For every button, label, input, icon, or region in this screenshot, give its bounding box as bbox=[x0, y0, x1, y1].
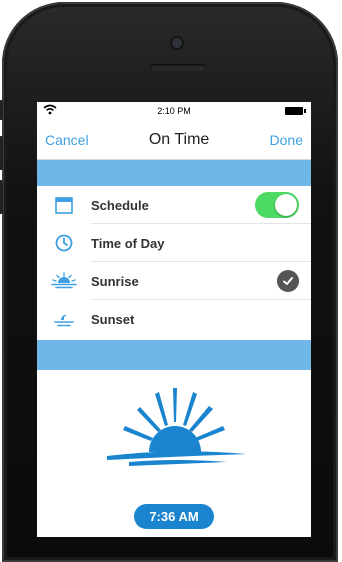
schedule-toggle[interactable] bbox=[255, 192, 299, 218]
sunrise-illustration bbox=[37, 370, 311, 500]
front-camera bbox=[172, 38, 182, 48]
done-button[interactable]: Done bbox=[270, 132, 303, 148]
toggle-knob bbox=[275, 194, 297, 216]
calendar-icon bbox=[37, 195, 91, 215]
page-title: On Time bbox=[148, 130, 210, 148]
option-list: Schedule Time of Day Sunrise Sunset bbox=[37, 186, 311, 338]
app-screen: 2:10 PM Cancel On Time Done Schedule Tim… bbox=[37, 102, 311, 537]
sunset-label: Sunset bbox=[91, 311, 135, 327]
sunrise-icon bbox=[37, 272, 91, 290]
volume-down-button bbox=[0, 180, 3, 214]
checkmark-icon bbox=[277, 270, 299, 292]
section-header-band bbox=[37, 160, 311, 186]
navigation-bar: Cancel On Time Done bbox=[37, 120, 311, 160]
earpiece-speaker bbox=[150, 64, 206, 71]
status-time: 2:10 PM bbox=[157, 106, 191, 116]
volume-up-button bbox=[0, 136, 3, 170]
mute-switch bbox=[0, 100, 3, 120]
list-item-sunset[interactable]: Sunset bbox=[37, 300, 311, 338]
section-band bbox=[37, 340, 311, 370]
time-of-day-label: Time of Day bbox=[91, 235, 165, 251]
sunset-icon bbox=[37, 310, 91, 328]
list-item-time-of-day[interactable]: Time of Day bbox=[37, 224, 311, 262]
large-sunrise-icon bbox=[107, 388, 247, 466]
list-item-schedule[interactable]: Schedule bbox=[37, 186, 311, 224]
clock-icon bbox=[37, 233, 91, 253]
cancel-button[interactable]: Cancel bbox=[45, 132, 89, 148]
battery-icon bbox=[285, 107, 306, 115]
status-bar: 2:10 PM bbox=[37, 102, 311, 120]
wifi-icon bbox=[43, 104, 57, 117]
time-value-button[interactable]: 7:36 AM bbox=[134, 504, 214, 529]
list-item-sunrise[interactable]: Sunrise bbox=[37, 262, 311, 300]
